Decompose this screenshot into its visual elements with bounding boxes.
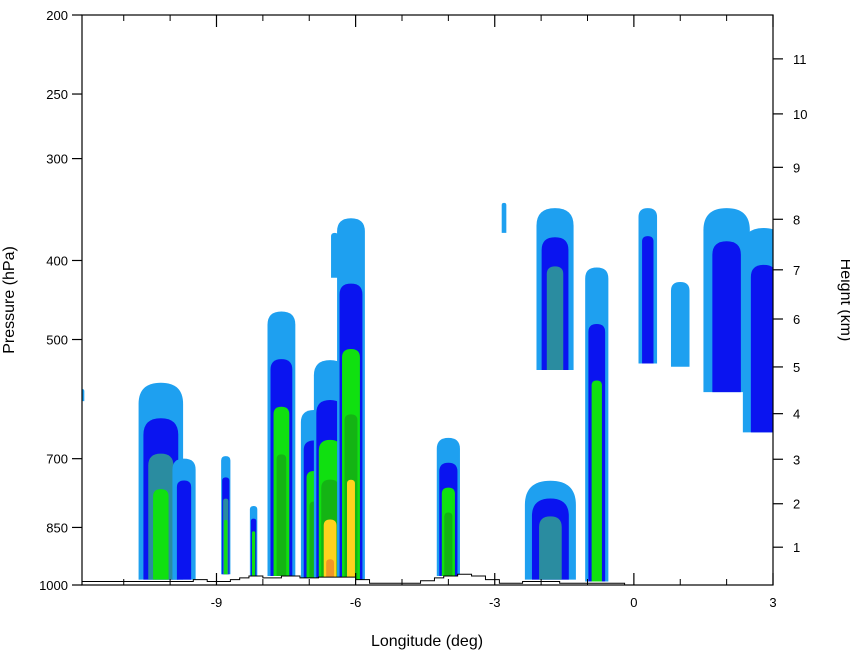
contour-level-5: [444, 512, 453, 577]
contour-level-5: [276, 454, 287, 577]
contour-level-1: [501, 202, 507, 233]
contour-level-2: [712, 241, 741, 393]
y-tick-label: 700: [46, 452, 68, 467]
contour-cell: [670, 281, 690, 367]
contour-cell: [638, 208, 658, 364]
y2-tick-label: 1: [793, 540, 800, 555]
x-tick-label: -6: [350, 595, 362, 610]
contour-level-4: [591, 380, 602, 582]
contour-cell: [331, 232, 339, 278]
contour-level-1: [670, 281, 690, 367]
x-axis-title: Longitude (deg): [371, 633, 483, 650]
y-axis-title: Pressure (hPa): [1, 246, 18, 354]
y2-tick-label: 5: [793, 360, 800, 375]
x-tick-label: 0: [630, 595, 637, 610]
contour-cell: [337, 218, 365, 582]
contour-level-4: [153, 489, 169, 580]
y-tick-label: 1000: [39, 578, 68, 593]
contour-level-2: [176, 480, 192, 580]
contour-cell: [585, 267, 609, 582]
x-tick-label: -3: [489, 595, 501, 610]
cross-section-chart: -9 -6 -3 0 3 200 250 300 400 500 700 850 1000 1 2 3 4 5 6 7…: [1, 8, 850, 650]
contour-cell: [249, 505, 258, 577]
y-tick-label: 400: [46, 253, 68, 268]
contour-cell: [742, 228, 773, 433]
y-tick-label: 200: [46, 8, 68, 23]
y2-tick-label: 11: [793, 52, 807, 67]
y2-tick-label: 4: [793, 407, 800, 422]
contour-cell: [524, 480, 576, 580]
contour-cell: [172, 458, 196, 580]
x-tick-label: -9: [211, 595, 223, 610]
contour-level-1: [331, 232, 339, 278]
y-tick-label: 250: [46, 87, 68, 102]
contour-cell: [501, 202, 507, 233]
contour-cell: [221, 456, 231, 575]
y2-tick-label: 7: [793, 263, 800, 278]
y2-tick-label: 6: [793, 312, 800, 327]
contour-level-3: [546, 266, 564, 371]
y2-tick-label: 3: [793, 452, 800, 467]
plot-area: [82, 202, 773, 585]
contour-level-6: [347, 479, 355, 582]
contour-cell: [436, 437, 460, 577]
y2-tick-label: 2: [793, 497, 800, 512]
contour-level-4: [224, 519, 228, 575]
contour-level-4: [251, 531, 256, 577]
y-tick-label: 850: [46, 520, 68, 535]
y2-axis-title: Height (km): [837, 259, 850, 342]
y2-tick-label: 8: [793, 212, 800, 227]
x-tick-label: 3: [769, 595, 776, 610]
y-tick-label: 300: [46, 152, 68, 167]
contour-cell: [536, 208, 574, 371]
contour-level-2: [642, 236, 654, 364]
y2-tick-label: 9: [793, 160, 800, 175]
y2-tick-label: 10: [793, 107, 807, 122]
contour-level-3: [539, 516, 562, 580]
contour-cell: [267, 311, 296, 577]
y-tick-label: 500: [46, 333, 68, 348]
